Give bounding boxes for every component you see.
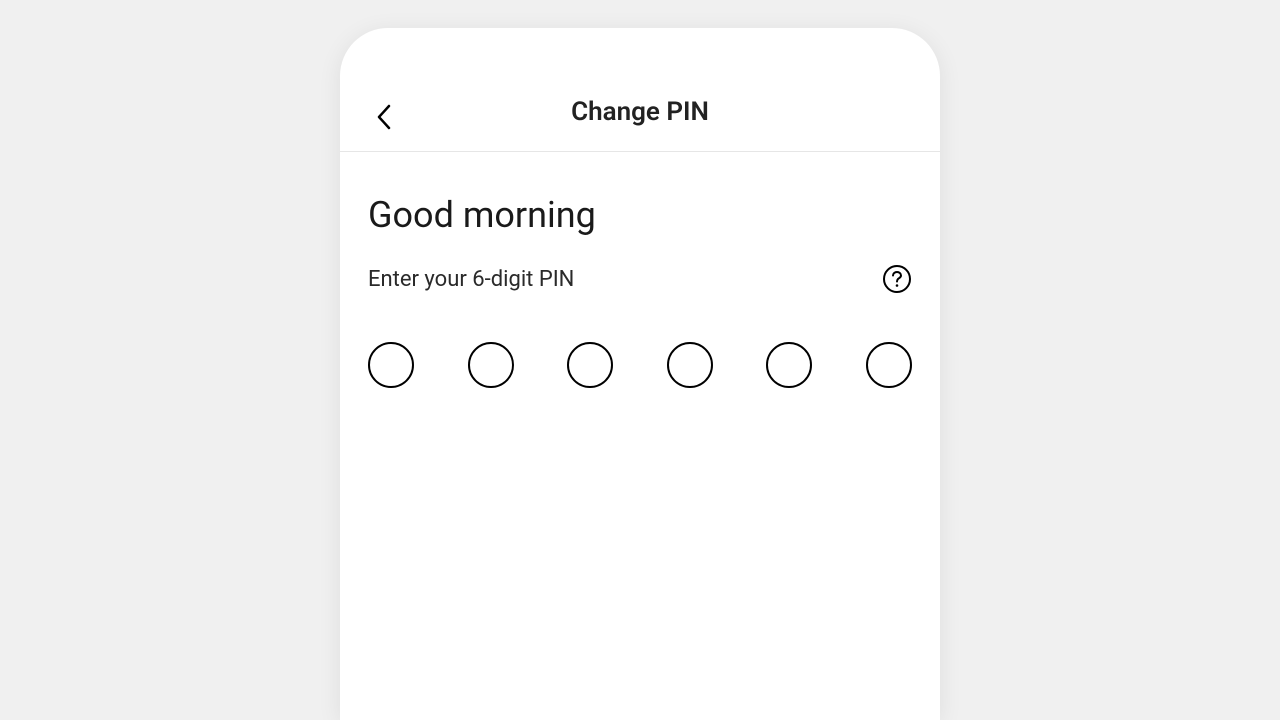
- pin-digit-2[interactable]: [468, 342, 514, 388]
- pin-instruction: Enter your 6-digit PIN: [368, 267, 574, 292]
- content-area: Good morning Enter your 6-digit PIN: [340, 152, 940, 388]
- pin-digit-4[interactable]: [667, 342, 713, 388]
- pin-digit-5[interactable]: [766, 342, 812, 388]
- page-title: Change PIN: [571, 97, 709, 127]
- back-button[interactable]: [368, 101, 400, 133]
- instruction-row: Enter your 6-digit PIN: [368, 264, 912, 294]
- help-button[interactable]: [882, 264, 912, 294]
- header-bar: Change PIN: [340, 28, 940, 152]
- pin-input-row[interactable]: [368, 342, 912, 388]
- greeting-text: Good morning: [368, 194, 912, 236]
- pin-digit-6[interactable]: [866, 342, 912, 388]
- pin-digit-1[interactable]: [368, 342, 414, 388]
- chevron-left-icon: [375, 103, 393, 131]
- pin-digit-3[interactable]: [567, 342, 613, 388]
- question-mark-circle-icon: [882, 264, 912, 294]
- app-screen: Change PIN Good morning Enter your 6-dig…: [340, 28, 940, 720]
